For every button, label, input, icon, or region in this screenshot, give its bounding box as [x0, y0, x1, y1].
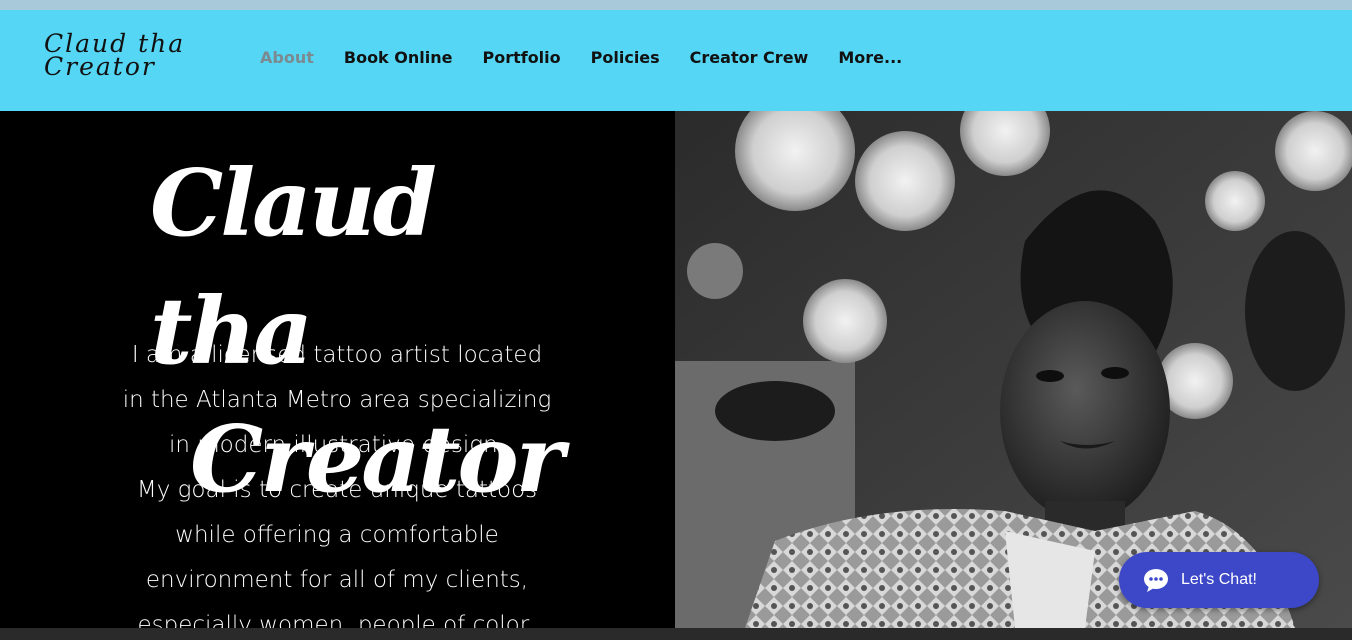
hero-title: Claud tha Creator	[150, 139, 570, 523]
logo-line-2: Creator	[44, 52, 156, 81]
chat-label: Let's Chat!	[1181, 571, 1257, 588]
bio-line: especially women, people of color,	[137, 612, 537, 628]
nav-more[interactable]: More...	[838, 48, 902, 67]
chat-bubble-icon	[1144, 569, 1168, 592]
portrait-photo	[675, 111, 1352, 628]
nav-about[interactable]: About	[260, 48, 314, 67]
nav-policies[interactable]: Policies	[591, 48, 660, 67]
site-header: Claud tha Creator About Book Online Port…	[0, 10, 1352, 111]
chat-button[interactable]: Let's Chat!	[1119, 552, 1319, 608]
bio-line: environment for all of my clients,	[145, 567, 529, 593]
hero-text-panel: I am a licensed tattoo artist located in…	[0, 111, 675, 628]
nav-creator-crew[interactable]: Creator Crew	[690, 48, 809, 67]
nav-portfolio[interactable]: Portfolio	[482, 48, 560, 67]
bottom-strip	[0, 628, 1352, 640]
main-nav: About Book Online Portfolio Policies Cre…	[260, 48, 932, 67]
nav-book-online[interactable]: Book Online	[344, 48, 453, 67]
site-logo[interactable]: Claud tha Creator	[44, 31, 194, 81]
portrait-image	[675, 111, 1352, 628]
hero-title-line-1: Claud tha	[150, 149, 437, 385]
top-strip	[0, 0, 1352, 10]
hero-title-line-2: Creator	[190, 405, 564, 513]
